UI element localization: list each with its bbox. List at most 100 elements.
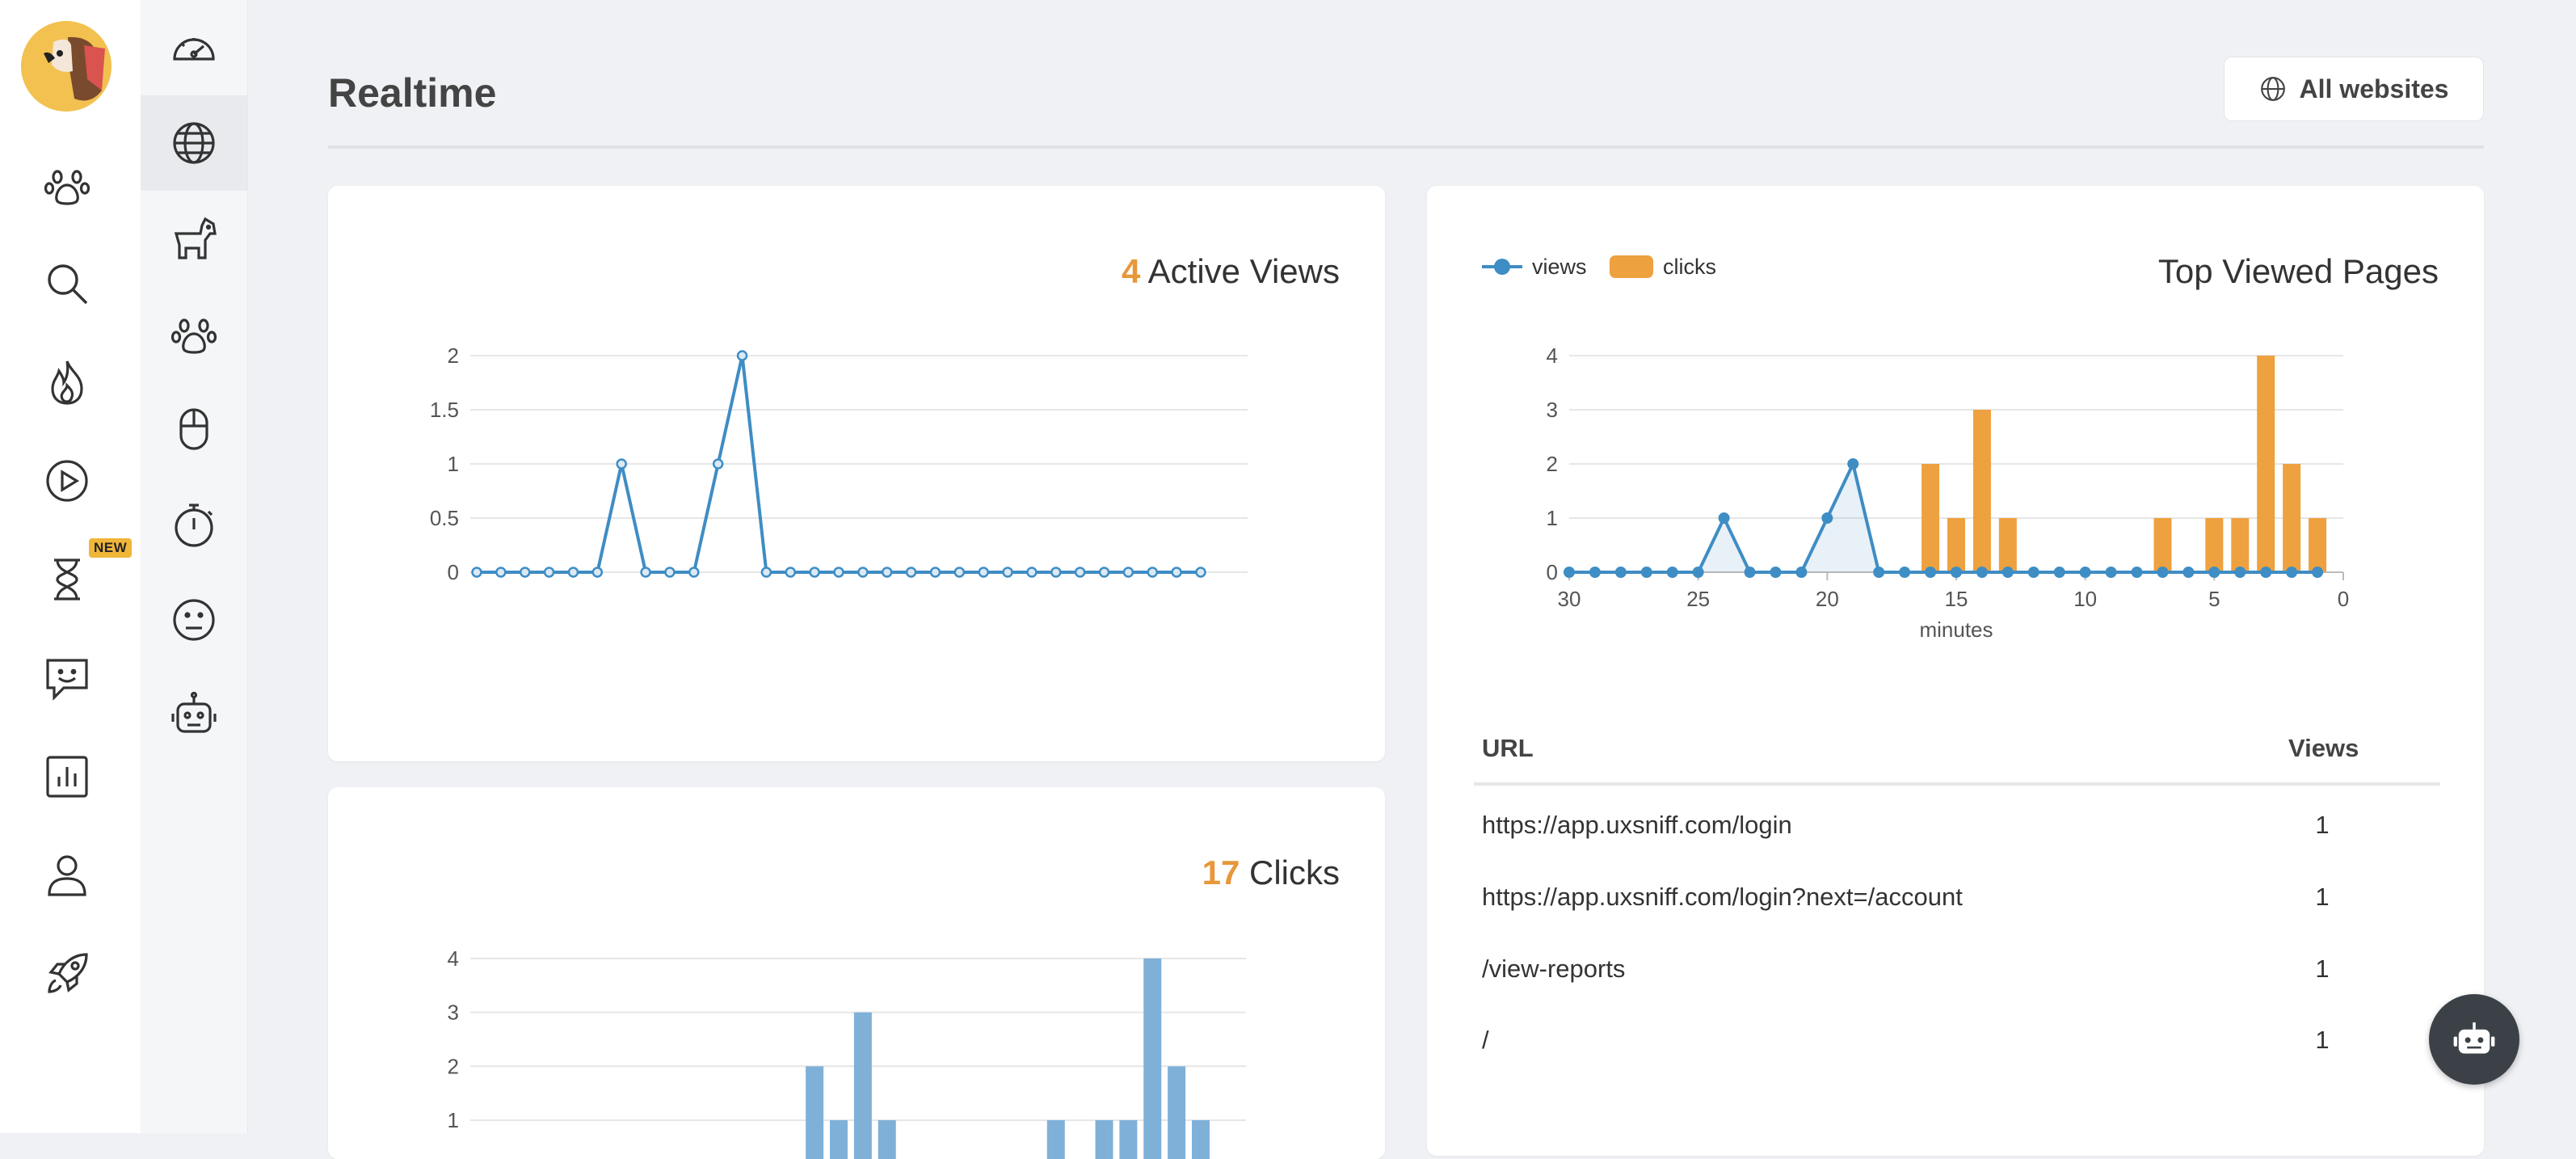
click-bar bbox=[1168, 1066, 1186, 1159]
legend-clicks-swatch bbox=[1610, 255, 1653, 278]
click-bar bbox=[853, 1012, 872, 1159]
data-point bbox=[2312, 567, 2324, 578]
data-point bbox=[616, 458, 627, 470]
chatbot-button[interactable] bbox=[2429, 994, 2519, 1085]
x-tick-label: 5 bbox=[2208, 587, 2220, 611]
click-bar bbox=[806, 1066, 824, 1159]
click-bar bbox=[1947, 518, 1965, 572]
table-row-url[interactable]: /view-reports bbox=[1482, 955, 1625, 984]
mouse-icon[interactable] bbox=[141, 381, 247, 477]
data-point bbox=[2182, 567, 2195, 578]
search-icon[interactable] bbox=[34, 251, 100, 317]
new-badge: NEW bbox=[89, 538, 133, 558]
click-bar bbox=[2205, 518, 2224, 572]
data-point bbox=[2105, 567, 2117, 578]
data-point bbox=[543, 567, 555, 578]
y-tick-label: 3 bbox=[1547, 398, 1558, 422]
data-point bbox=[1718, 512, 1730, 524]
dog-icon[interactable] bbox=[141, 191, 247, 286]
paw-icon[interactable] bbox=[141, 286, 247, 381]
robot-icon[interactable] bbox=[141, 668, 247, 763]
y-tick-label: 2 bbox=[1547, 452, 1558, 476]
click-bar bbox=[1119, 1120, 1138, 1159]
paw-icon[interactable] bbox=[34, 152, 100, 218]
data-point bbox=[881, 567, 893, 578]
neutral-face-icon[interactable] bbox=[141, 572, 247, 668]
y-tick-label: 4 bbox=[448, 946, 459, 971]
data-point bbox=[1122, 567, 1134, 578]
data-point bbox=[1770, 567, 1782, 578]
data-point bbox=[2234, 567, 2246, 578]
x-tick-label: 25 bbox=[1686, 587, 1710, 611]
views-column-header[interactable]: Views bbox=[2288, 734, 2359, 763]
header-divider bbox=[328, 145, 2484, 149]
click-bar bbox=[1972, 410, 1991, 572]
x-tick-label: 20 bbox=[1816, 587, 1839, 611]
gauge-icon[interactable] bbox=[141, 0, 247, 95]
x-tick-label: 10 bbox=[2073, 587, 2097, 611]
data-point bbox=[471, 567, 482, 578]
data-point bbox=[1074, 567, 1086, 578]
data-point bbox=[664, 567, 676, 578]
data-point bbox=[833, 567, 844, 578]
y-tick-label: 1 bbox=[448, 452, 459, 476]
data-point bbox=[640, 567, 651, 578]
data-point bbox=[1899, 567, 1911, 578]
x-tick-label: 0 bbox=[2338, 587, 2349, 611]
data-point bbox=[2260, 567, 2272, 578]
table-row-url[interactable]: https://app.uxsniff.com/login bbox=[1482, 811, 1792, 840]
bar-chart-icon[interactable] bbox=[34, 744, 100, 810]
click-bar bbox=[1921, 464, 1940, 572]
data-point bbox=[1666, 567, 1678, 578]
data-point bbox=[1195, 567, 1206, 578]
data-point bbox=[1098, 567, 1110, 578]
data-point bbox=[1821, 512, 1833, 524]
fire-icon[interactable] bbox=[34, 349, 100, 415]
clicks-card: 17 Clicks 1234 bbox=[328, 787, 1385, 1159]
data-point bbox=[2157, 567, 2169, 578]
dog-logo-icon bbox=[21, 21, 112, 112]
data-point bbox=[2001, 567, 2014, 578]
y-tick-label: 4 bbox=[1547, 343, 1558, 368]
data-point bbox=[519, 567, 531, 578]
all-websites-button[interactable]: All websites bbox=[2224, 57, 2484, 121]
table-row-views: 1 bbox=[2315, 811, 2330, 839]
data-point bbox=[978, 567, 989, 578]
data-point bbox=[2053, 567, 2065, 578]
table-row-views: 1 bbox=[2315, 1026, 2330, 1054]
click-bar bbox=[1998, 518, 2017, 572]
table-row-url[interactable]: / bbox=[1482, 1026, 1489, 1055]
y-tick-label: 0.5 bbox=[430, 506, 459, 530]
chat-smile-icon[interactable] bbox=[34, 645, 100, 711]
table-row-url[interactable]: https://app.uxsniff.com/login?next=/acco… bbox=[1482, 883, 1963, 912]
legend-views-label: views bbox=[1532, 255, 1587, 279]
data-point bbox=[1976, 567, 1988, 578]
data-point bbox=[567, 567, 579, 578]
data-point bbox=[1002, 567, 1013, 578]
data-point bbox=[905, 567, 917, 578]
y-tick-label: 1.5 bbox=[430, 398, 459, 422]
data-point bbox=[2286, 567, 2298, 578]
play-icon[interactable] bbox=[34, 448, 100, 514]
globe-icon[interactable] bbox=[141, 95, 247, 191]
data-point bbox=[712, 458, 724, 470]
y-tick-label: 1 bbox=[1547, 506, 1558, 530]
data-point bbox=[1692, 567, 1704, 578]
rocket-icon[interactable] bbox=[34, 941, 100, 1007]
top-pages-card: Top Viewed Pages 0 1 2 3 4 30 25 20 15 10 5 0 minute… bbox=[1427, 186, 2484, 1156]
user-icon[interactable] bbox=[34, 842, 100, 908]
x-tick-label: 15 bbox=[1945, 587, 1968, 611]
data-point bbox=[953, 567, 966, 578]
data-point bbox=[1640, 567, 1652, 578]
x-axis-label: minutes bbox=[1919, 617, 1993, 642]
clicks-chart: 1 2 3 4 bbox=[448, 946, 1246, 1159]
y-tick-label: 2 bbox=[448, 343, 459, 368]
url-column-header[interactable]: URL bbox=[1482, 734, 1534, 763]
data-point bbox=[857, 567, 869, 578]
avatar[interactable] bbox=[21, 21, 112, 112]
table-row-views: 1 bbox=[2315, 955, 2330, 983]
stopwatch-icon[interactable] bbox=[141, 477, 247, 572]
y-tick-label: 3 bbox=[448, 1001, 459, 1025]
click-bar bbox=[2153, 518, 2172, 572]
data-point bbox=[1744, 567, 1756, 578]
